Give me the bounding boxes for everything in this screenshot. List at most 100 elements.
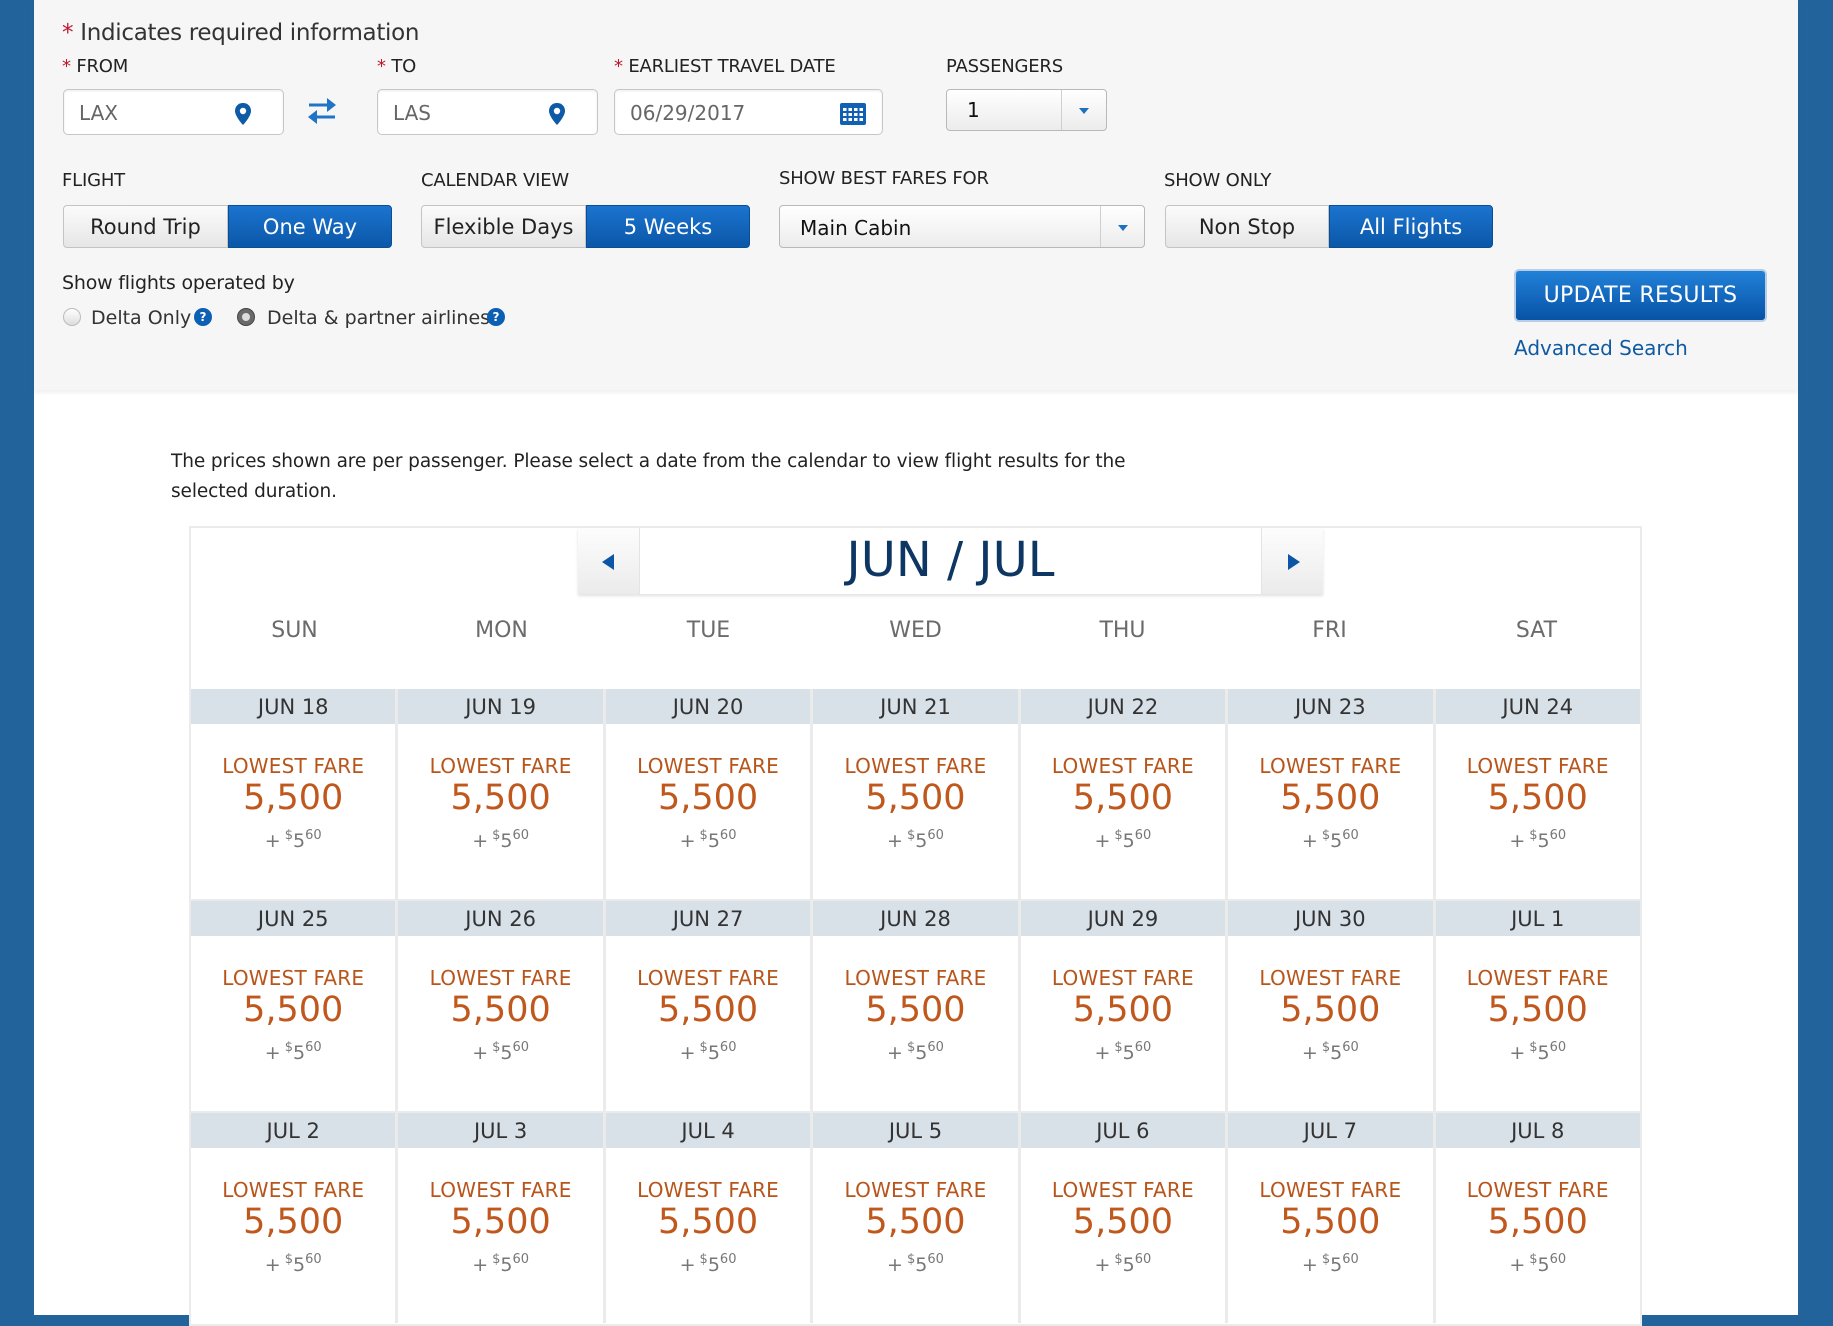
lowest-fare-label: LOWEST FARE bbox=[222, 966, 365, 990]
help-icon[interactable]: ? bbox=[487, 308, 505, 326]
tax-plus: + bbox=[264, 1254, 281, 1276]
all-flights-toggle[interactable]: All Flights bbox=[1329, 205, 1493, 248]
tax-plus: + bbox=[1509, 1254, 1526, 1276]
day-fare[interactable]: LOWEST FARE 5,500 + $560 bbox=[606, 1148, 810, 1323]
tax-plus: + bbox=[1301, 830, 1318, 852]
advanced-search-link[interactable]: Advanced Search bbox=[1514, 336, 1688, 360]
day-fare[interactable]: LOWEST FARE 5,500 + $560 bbox=[1228, 1148, 1432, 1323]
non-stop-toggle[interactable]: Non Stop bbox=[1165, 205, 1329, 248]
delta-partner-label[interactable]: Delta & partner airlines bbox=[267, 307, 490, 329]
calendar-icon[interactable] bbox=[840, 103, 866, 125]
dropdown-toggle[interactable] bbox=[1100, 206, 1144, 247]
day-fare[interactable]: LOWEST FARE 5,500 + $560 bbox=[1021, 724, 1225, 899]
calendar-day-cell[interactable]: JUL 8 LOWEST FARE 5,500 + $560 bbox=[1435, 1111, 1640, 1323]
fare-taxes: + $560 bbox=[1228, 828, 1432, 852]
day-fare[interactable]: LOWEST FARE 5,500 + $560 bbox=[813, 936, 1017, 1111]
calendar-day-cell[interactable]: JUL 4 LOWEST FARE 5,500 + $560 bbox=[605, 1111, 814, 1323]
day-fare[interactable]: LOWEST FARE 5,500 + $560 bbox=[398, 724, 602, 899]
chevron-right-icon bbox=[1288, 554, 1300, 570]
tax-dollars: 5 bbox=[500, 830, 513, 852]
calendar-day-cell[interactable]: JUN 27 LOWEST FARE 5,500 + $560 bbox=[605, 899, 814, 1111]
round-trip-toggle[interactable]: Round Trip bbox=[63, 205, 228, 248]
lowest-fare-label: LOWEST FARE bbox=[1466, 966, 1609, 990]
tax-plus: + bbox=[887, 830, 903, 852]
prev-month-button[interactable] bbox=[578, 528, 640, 594]
date-input[interactable]: 06/29/2017 bbox=[614, 89, 883, 135]
calendar-day-cell[interactable]: JUL 7 LOWEST FARE 5,500 + $560 bbox=[1228, 1111, 1436, 1323]
lowest-fare-label: LOWEST FARE bbox=[1051, 1178, 1194, 1202]
swap-arrows-icon[interactable] bbox=[305, 95, 339, 127]
location-pin-icon[interactable] bbox=[233, 102, 253, 126]
calendar-day-cell[interactable]: JUN 18 LOWEST FARE 5,500 + $560 bbox=[191, 689, 399, 899]
day-fare[interactable]: LOWEST FARE 5,500 + $560 bbox=[1228, 724, 1432, 899]
passengers-select[interactable]: 1 bbox=[946, 89, 1107, 131]
delta-only-radio[interactable] bbox=[63, 308, 81, 326]
tax-plus: + bbox=[264, 830, 281, 852]
one-way-toggle[interactable]: One Way bbox=[228, 205, 392, 248]
help-icon[interactable]: ? bbox=[194, 308, 212, 326]
to-input[interactable]: LAS bbox=[377, 89, 598, 135]
calendar-week-row: JUN 18 LOWEST FARE 5,500 + $560 JUN 19 LOWEST … bbox=[191, 689, 1640, 899]
day-fare[interactable]: LOWEST FARE 5,500 + $560 bbox=[1021, 936, 1225, 1111]
day-date: JUN 25 bbox=[191, 899, 396, 936]
day-fare[interactable]: LOWEST FARE 5,500 + $560 bbox=[398, 1148, 602, 1323]
calendar-day-cell[interactable]: JUN 29 LOWEST FARE 5,500 + $560 bbox=[1020, 899, 1229, 1111]
day-fare[interactable]: LOWEST FARE 5,500 + $560 bbox=[813, 1148, 1017, 1323]
lowest-fare-label: LOWEST FARE bbox=[637, 754, 780, 778]
calendar-day-cell[interactable]: JUN 20 LOWEST FARE 5,500 + $560 bbox=[605, 689, 814, 899]
calendar-day-cell[interactable]: JUL 2 LOWEST FARE 5,500 + $560 bbox=[191, 1111, 399, 1323]
fare-taxes: + $560 bbox=[398, 1040, 602, 1064]
flexible-days-toggle[interactable]: Flexible Days bbox=[421, 205, 586, 248]
lowest-fare-label: LOWEST FARE bbox=[429, 754, 572, 778]
day-fare[interactable]: LOWEST FARE 5,500 + $560 bbox=[1228, 936, 1432, 1111]
day-fare[interactable]: LOWEST FARE 5,500 + $560 bbox=[191, 936, 395, 1111]
day-date: JUL 4 bbox=[605, 1111, 811, 1148]
calendar-day-cell[interactable]: JUN 23 LOWEST FARE 5,500 + $560 bbox=[1228, 689, 1436, 899]
calendar-day-cell[interactable]: JUL 5 LOWEST FARE 5,500 + $560 bbox=[813, 1111, 1021, 1323]
tax-dollars: 5 bbox=[1122, 1042, 1135, 1064]
day-fare[interactable]: LOWEST FARE 5,500 + $560 bbox=[191, 724, 395, 899]
day-fare[interactable]: LOWEST FARE 5,500 + $560 bbox=[1436, 1148, 1640, 1323]
tax-cents: 60 bbox=[1342, 828, 1359, 843]
weekday-label: SAT bbox=[1515, 618, 1558, 643]
day-fare[interactable]: LOWEST FARE 5,500 + $560 bbox=[1021, 1148, 1225, 1323]
calendar-view-label: CALENDAR VIEW bbox=[421, 170, 570, 191]
location-pin-icon[interactable] bbox=[547, 102, 567, 126]
calendar-day-cell[interactable]: JUL 1 LOWEST FARE 5,500 + $560 bbox=[1435, 899, 1640, 1111]
best-fares-select[interactable]: Main Cabin bbox=[779, 205, 1145, 248]
day-fare[interactable]: LOWEST FARE 5,500 + $560 bbox=[1436, 936, 1640, 1111]
day-fare[interactable]: LOWEST FARE 5,500 + $560 bbox=[606, 724, 810, 899]
currency-symbol: $ bbox=[284, 828, 293, 843]
day-fare[interactable]: LOWEST FARE 5,500 + $560 bbox=[606, 936, 810, 1111]
dropdown-toggle[interactable] bbox=[1061, 90, 1106, 130]
next-month-button[interactable] bbox=[1261, 528, 1323, 594]
lowest-fare-label: LOWEST FARE bbox=[1466, 754, 1609, 778]
to-value: LAS bbox=[393, 101, 431, 125]
update-results-button[interactable]: UPDATE RESULTS bbox=[1514, 269, 1767, 322]
delta-partner-radio[interactable] bbox=[237, 308, 255, 326]
five-weeks-toggle[interactable]: 5 Weeks bbox=[586, 205, 750, 248]
calendar-day-cell[interactable]: JUN 22 LOWEST FARE 5,500 + $560 bbox=[1020, 689, 1229, 899]
fare-taxes: + $560 bbox=[1436, 1252, 1640, 1276]
calendar-day-cell[interactable]: JUN 21 LOWEST FARE 5,500 + $560 bbox=[813, 689, 1021, 899]
calendar-day-cell[interactable]: JUN 25 LOWEST FARE 5,500 + $560 bbox=[191, 899, 399, 1111]
tax-cents: 60 bbox=[719, 828, 737, 843]
calendar-day-cell[interactable]: JUL 6 LOWEST FARE 5,500 + $560 bbox=[1020, 1111, 1229, 1323]
day-fare[interactable]: LOWEST FARE 5,500 + $560 bbox=[1436, 724, 1640, 899]
calendar-day-cell[interactable]: JUL 3 LOWEST FARE 5,500 + $560 bbox=[398, 1111, 606, 1323]
from-input[interactable]: LAX bbox=[63, 89, 284, 135]
tax-plus: + bbox=[1301, 1254, 1318, 1276]
day-fare[interactable]: LOWEST FARE 5,500 + $560 bbox=[191, 1148, 395, 1323]
fare-miles: 5,500 bbox=[657, 990, 759, 1030]
calendar-day-cell[interactable]: JUN 24 LOWEST FARE 5,500 + $560 bbox=[1435, 689, 1640, 899]
delta-only-label[interactable]: Delta Only bbox=[91, 307, 191, 329]
calendar-day-cell[interactable]: JUN 30 LOWEST FARE 5,500 + $560 bbox=[1228, 899, 1436, 1111]
calendar-day-cell[interactable]: JUN 26 LOWEST FARE 5,500 + $560 bbox=[398, 899, 606, 1111]
calendar-day-cell[interactable]: JUN 28 LOWEST FARE 5,500 + $560 bbox=[813, 899, 1021, 1111]
fare-taxes: + $560 bbox=[1021, 828, 1225, 852]
day-fare[interactable]: LOWEST FARE 5,500 + $560 bbox=[398, 936, 602, 1111]
calendar-day-cell[interactable]: JUN 19 LOWEST FARE 5,500 + $560 bbox=[398, 689, 606, 899]
day-fare[interactable]: LOWEST FARE 5,500 + $560 bbox=[813, 724, 1017, 899]
lowest-fare-label: LOWEST FARE bbox=[1259, 1178, 1402, 1202]
fare-miles: 5,500 bbox=[1072, 778, 1173, 818]
